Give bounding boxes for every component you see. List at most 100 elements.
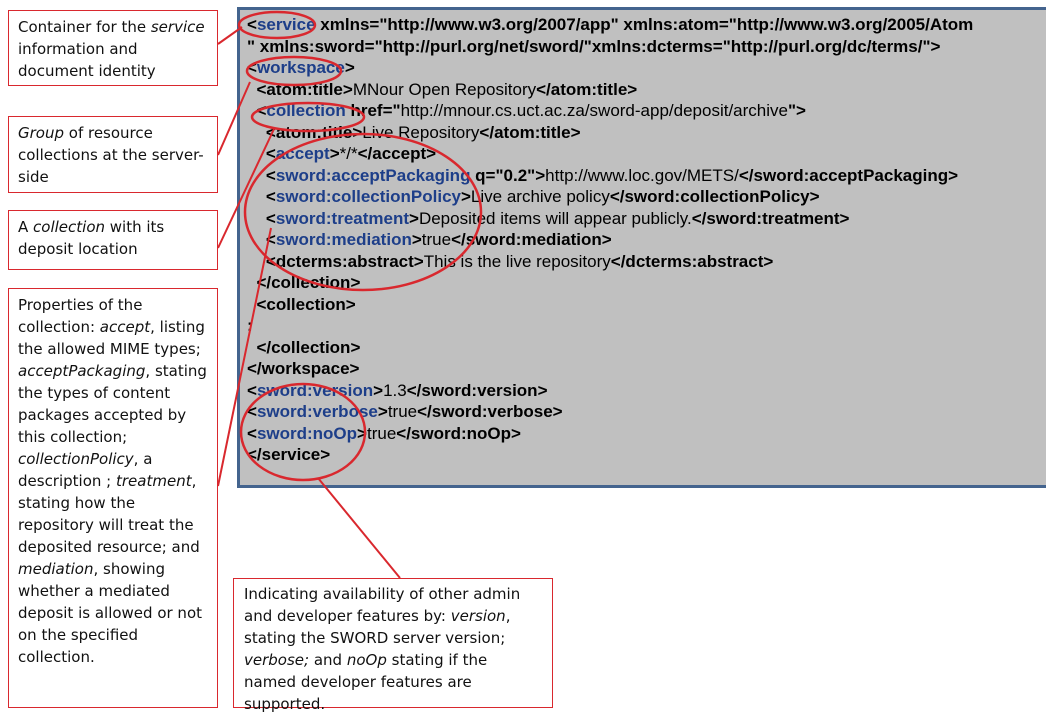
xml-tag-name: sword:collectionPolicy bbox=[275, 187, 461, 206]
note-workspace-em: Group bbox=[18, 124, 64, 142]
xml-line: </collection> bbox=[247, 337, 973, 359]
xml-markup: </sword:verbose> bbox=[417, 402, 563, 421]
xml-tag-name: sword:noOp bbox=[256, 423, 358, 443]
xml-value: */* bbox=[339, 144, 358, 163]
xml-line: </workspace> bbox=[247, 358, 973, 380]
note-text: and bbox=[309, 651, 347, 669]
xml-tag-name: sword:acceptPackaging bbox=[275, 165, 471, 185]
xml-markup: > bbox=[329, 144, 340, 163]
xml-value: Live Repository bbox=[362, 122, 480, 142]
xml-line: <sword:acceptPackaging q="0.2">http://ww… bbox=[247, 165, 973, 187]
xml-markup: <dcterms:abstract> bbox=[247, 251, 424, 271]
xml-value: Deposited items will appear publicly. bbox=[418, 208, 692, 228]
xml-markup: : bbox=[247, 316, 253, 335]
xml-markup: </sword:treatment> bbox=[691, 208, 850, 228]
xml-markup: > bbox=[373, 380, 384, 400]
xml-line: <sword:verbose>true</sword:verbose> bbox=[247, 401, 973, 423]
note-service: Container for the service information an… bbox=[8, 10, 218, 86]
xml-markup: href=" bbox=[345, 101, 401, 120]
xml-markup: > bbox=[411, 230, 422, 249]
xml-line: " xmlns:sword="http://purl.org/net/sword… bbox=[247, 36, 973, 58]
note-properties: Properties of the collection: accept, li… bbox=[8, 288, 218, 708]
note-admin-features: Indicating availability of other admin a… bbox=[233, 578, 553, 713]
xml-value: 1.3 bbox=[383, 380, 407, 400]
xml-line: <collection href="http://mnour.cs.uct.ac… bbox=[247, 100, 973, 122]
xml-markup: <atom:title> bbox=[247, 122, 363, 142]
xml-markup: < bbox=[247, 423, 257, 443]
xml-value: true bbox=[421, 230, 452, 249]
xml-value: This is the live repository bbox=[423, 251, 611, 271]
xml-markup: xmlns="http://www.w3.org/2007/app" xmlns… bbox=[315, 15, 974, 34]
xml-markup: </service> bbox=[247, 445, 331, 464]
note-term: accept bbox=[99, 318, 151, 336]
xml-markup: > bbox=[344, 58, 355, 77]
xml-line: <atom:title>MNour Open Repository</atom:… bbox=[247, 79, 973, 101]
xml-line: </service> bbox=[247, 444, 973, 466]
xml-line: <sword:noOp>true</sword:noOp> bbox=[247, 423, 973, 445]
xml-markup: < bbox=[247, 15, 257, 34]
xml-value: http://mnour.cs.uct.ac.za/sword-app/depo… bbox=[400, 101, 788, 120]
note-term: collectionPolicy bbox=[18, 450, 134, 468]
xml-tag-name: workspace bbox=[256, 58, 345, 77]
xml-line: <sword:treatment>Deposited items will ap… bbox=[247, 208, 973, 230]
xml-markup: < bbox=[247, 187, 276, 206]
xml-markup: </sword:acceptPackaging> bbox=[738, 165, 959, 185]
xml-code-panel: <service xmlns="http://www.w3.org/2007/a… bbox=[237, 7, 1046, 488]
note-term: noOp bbox=[346, 651, 387, 669]
xml-markup: < bbox=[247, 144, 276, 163]
xml-tag-name: sword:verbose bbox=[256, 402, 378, 421]
xml-markup: > bbox=[460, 187, 471, 206]
xml-line: <collection> bbox=[247, 294, 973, 316]
xml-line: <service xmlns="http://www.w3.org/2007/a… bbox=[247, 14, 973, 36]
xml-value: http://www.loc.gov/METS/ bbox=[545, 165, 739, 185]
xml-markup: </accept> bbox=[357, 144, 437, 163]
xml-markup: </workspace> bbox=[247, 359, 360, 378]
xml-tag-name: service bbox=[256, 15, 316, 34]
xml-markup: < bbox=[247, 208, 276, 228]
xml-markup: < bbox=[247, 380, 257, 400]
xml-markup: </sword:mediation> bbox=[451, 230, 612, 249]
xml-markup: </sword:version> bbox=[406, 380, 548, 400]
note-service-em: service bbox=[150, 18, 205, 36]
xml-markup: </atom:title> bbox=[479, 122, 581, 142]
xml-markup: </collection> bbox=[247, 337, 361, 357]
xml-tag-name: accept bbox=[275, 144, 330, 163]
xml-markup: < bbox=[247, 230, 276, 249]
xml-code: <service xmlns="http://www.w3.org/2007/a… bbox=[247, 14, 973, 466]
xml-line: <workspace> bbox=[247, 57, 973, 79]
xml-markup: > bbox=[357, 423, 367, 443]
xml-markup: < bbox=[247, 165, 276, 185]
xml-value: Live archive policy bbox=[470, 187, 610, 206]
xml-markup: > bbox=[409, 208, 419, 228]
xml-line: <atom:title>Live Repository</atom:title> bbox=[247, 122, 973, 144]
xml-markup: <atom:title> bbox=[247, 79, 353, 99]
note-term: verbose; bbox=[244, 651, 310, 669]
xml-value: true bbox=[366, 423, 397, 443]
xml-markup: < bbox=[247, 101, 267, 120]
xml-markup: </atom:title> bbox=[536, 79, 638, 99]
xml-markup: q="0.2"> bbox=[470, 165, 546, 185]
xml-markup: </sword:collectionPolicy> bbox=[609, 187, 820, 206]
xml-line: : bbox=[247, 315, 973, 337]
admin-connector bbox=[317, 477, 401, 579]
xml-markup: "> bbox=[787, 101, 806, 120]
xml-value: MNour Open Repository bbox=[352, 79, 537, 99]
note-term: treatment bbox=[116, 472, 192, 490]
note-service-after: information and document identity bbox=[18, 40, 156, 80]
note-service-before: Container for the bbox=[18, 18, 151, 36]
note-workspace: Group of resource collections at the ser… bbox=[8, 116, 218, 193]
xml-line: </collection> bbox=[247, 272, 973, 294]
xml-line: <accept>*/*</accept> bbox=[247, 143, 973, 165]
xml-markup: > bbox=[377, 402, 388, 421]
xml-markup: <collection> bbox=[247, 294, 356, 314]
xml-markup: < bbox=[247, 402, 257, 421]
xml-markup: </dcterms:abstract> bbox=[610, 251, 774, 271]
note-term: acceptPackaging bbox=[18, 362, 146, 380]
note-term: mediation bbox=[18, 560, 94, 578]
note-collection-em: collection bbox=[33, 218, 105, 236]
xml-markup: " xmlns:sword="http://purl.org/net/sword… bbox=[247, 36, 941, 56]
xml-line: <sword:version>1.3</sword:version> bbox=[247, 380, 973, 402]
xml-value: true bbox=[387, 402, 418, 421]
xml-markup: </sword:noOp> bbox=[396, 423, 521, 443]
xml-line: <sword:collectionPolicy>Live archive pol… bbox=[247, 186, 973, 208]
